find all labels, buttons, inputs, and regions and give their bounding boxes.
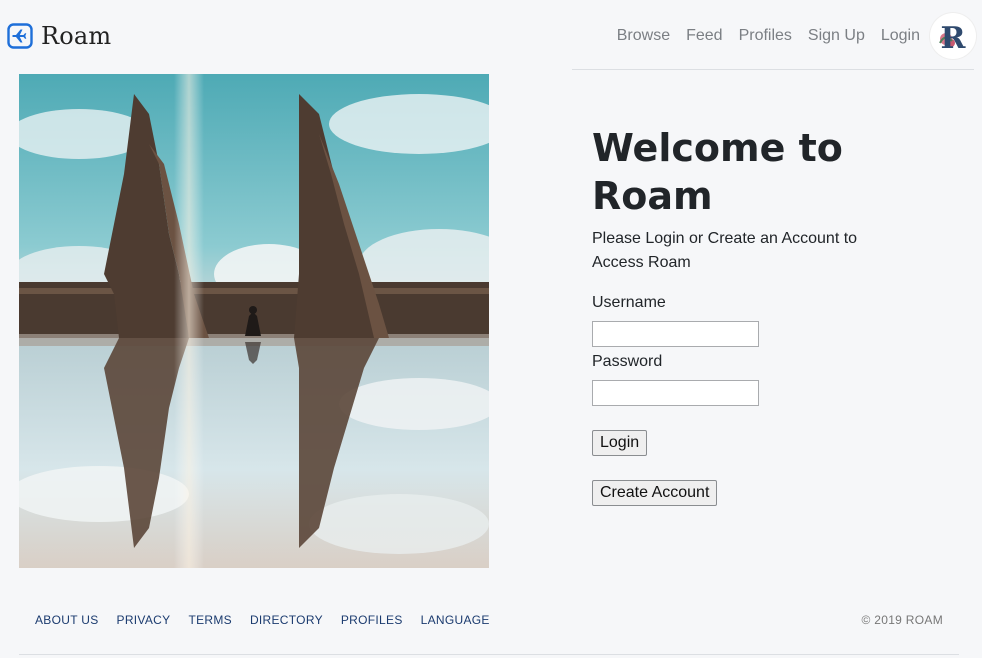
nav-browse[interactable]: Browse (617, 12, 670, 60)
temple-reflection-image (19, 74, 489, 568)
footer-divider (19, 654, 959, 655)
brand-logo[interactable]: Roam (7, 22, 111, 50)
footer-profiles[interactable]: PROFILES (341, 613, 403, 627)
avatar-monogram-icon: R (939, 21, 967, 56)
footer-terms[interactable]: TERMS (188, 613, 232, 627)
page-subtitle: Please Login or Create an Account to Acc… (592, 230, 858, 271)
footer-about-us[interactable]: ABOUT US (35, 613, 99, 627)
username-field[interactable] (592, 321, 759, 347)
copyright-text: © 2019 ROAM (861, 613, 943, 627)
nav-profiles[interactable]: Profiles (739, 12, 792, 60)
login-button[interactable]: Login (592, 430, 648, 456)
page-title: Welcome to Roam (592, 126, 843, 218)
nav-links: Browse Feed Profiles Sign Up Login R (601, 12, 976, 60)
create-account-button[interactable]: Create Account (592, 480, 718, 506)
hero-image (19, 74, 489, 568)
password-field[interactable] (592, 380, 759, 406)
svg-text:R: R (941, 21, 967, 56)
login-form: Username Password Login Create Account (592, 292, 759, 506)
password-label: Password (592, 353, 663, 370)
footer-privacy[interactable]: PRIVACY (117, 613, 171, 627)
avatar[interactable]: R (930, 13, 976, 59)
top-navbar: Browse Feed Profiles Sign Up Login R (572, 0, 976, 70)
nav-sign-up[interactable]: Sign Up (808, 12, 865, 60)
welcome-section: Welcome to Roam Please Login or Create a… (592, 124, 862, 275)
airplane-icon (7, 23, 33, 49)
nav-login[interactable]: Login (881, 12, 920, 60)
username-label: Username (592, 294, 666, 311)
nav-feed[interactable]: Feed (686, 12, 722, 60)
brand-name: Roam (41, 22, 112, 50)
footer-language[interactable]: LANGUAGE (421, 613, 490, 627)
footer-directory[interactable]: DIRECTORY (250, 613, 323, 627)
footer-nav: ABOUT US PRIVACY TERMS DIRECTORY PROFILE… (35, 613, 508, 627)
